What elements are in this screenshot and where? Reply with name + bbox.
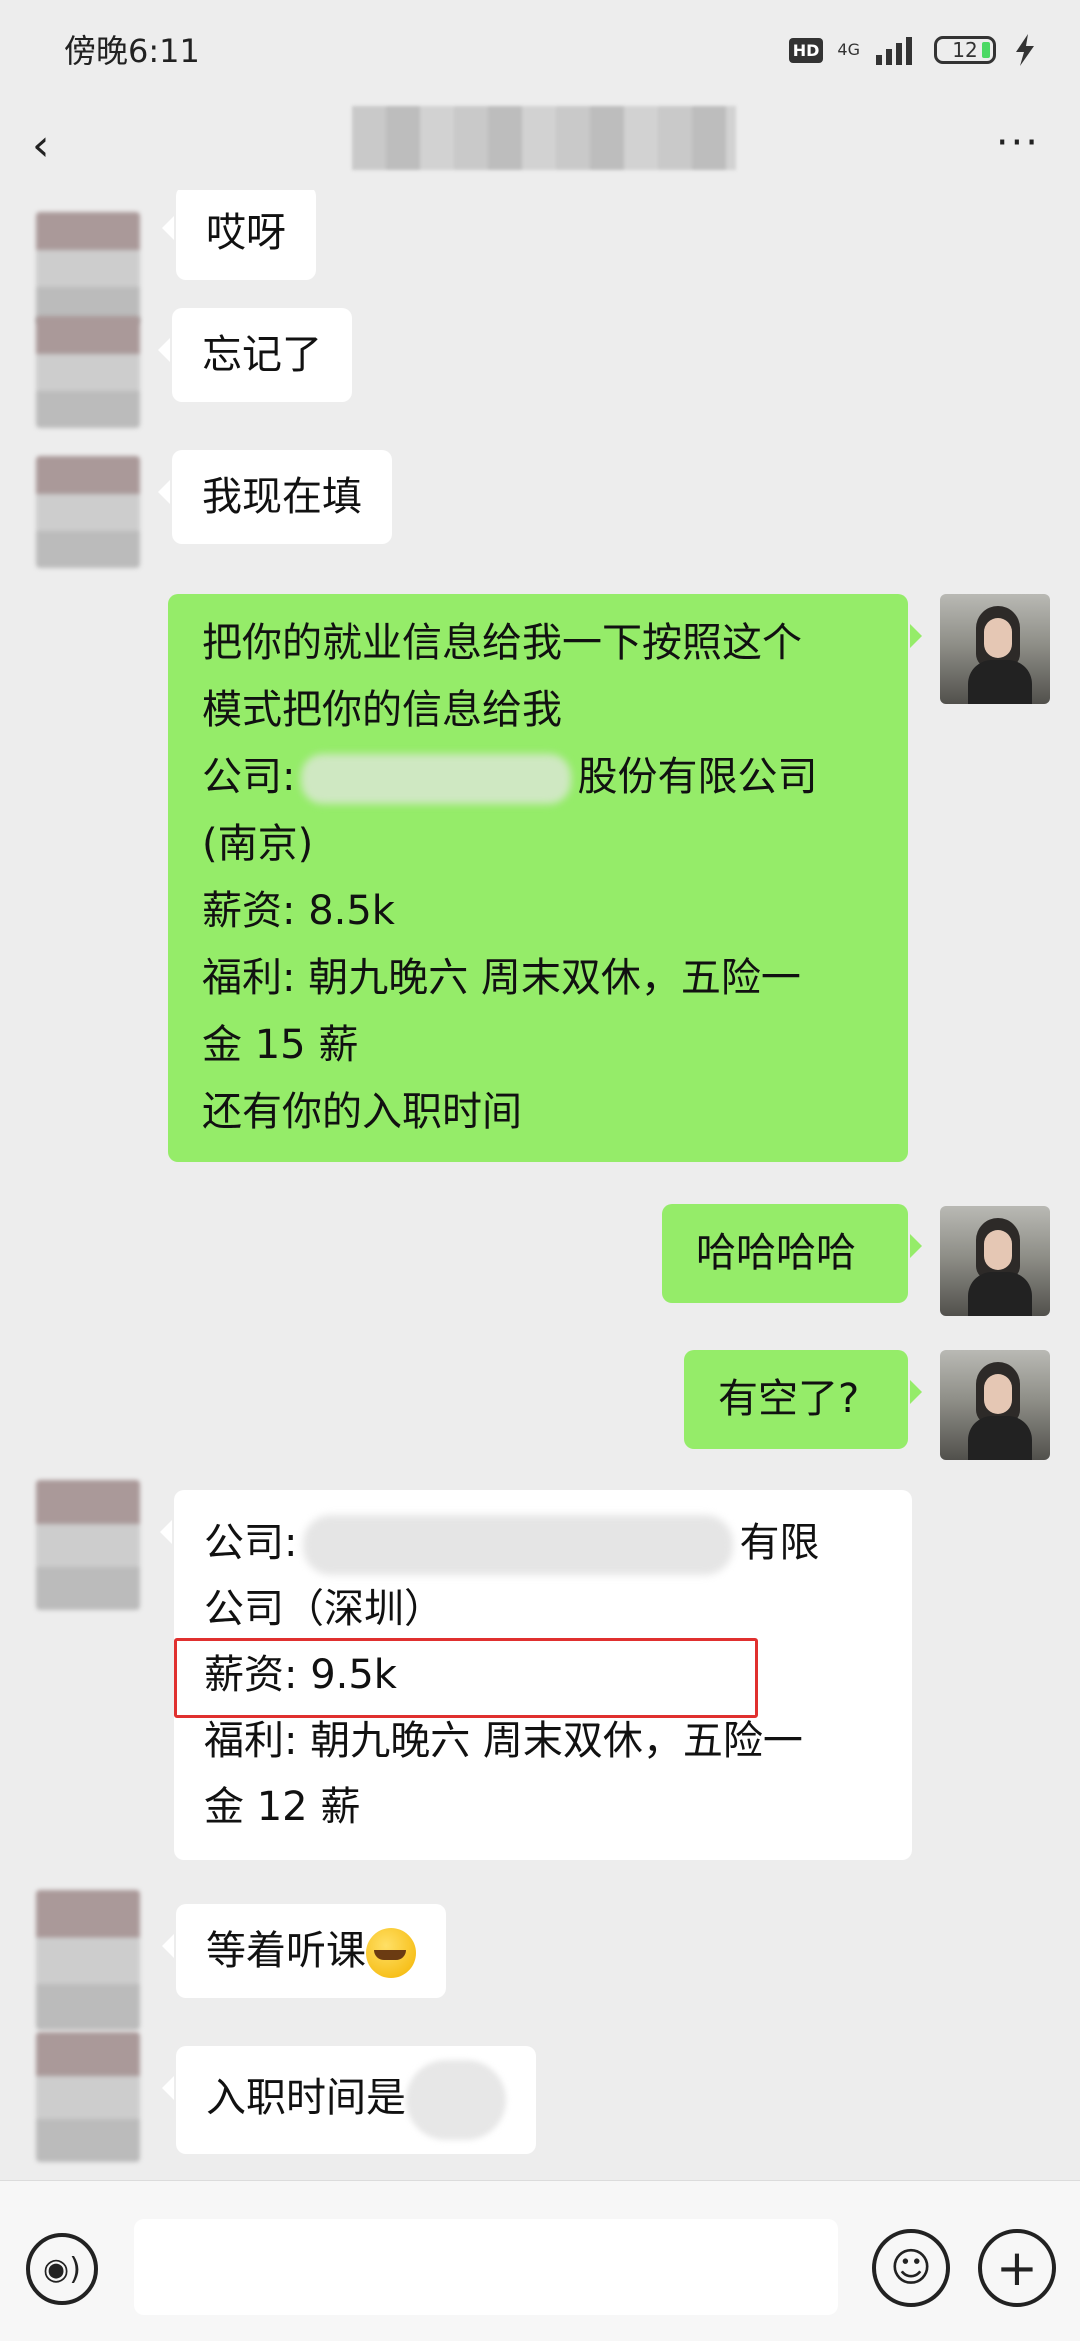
message-text: 等着听课 <box>206 1928 366 1974</box>
message-text: 有空了? <box>718 1376 860 1422</box>
message-line: 福利: 朝九晚六 周末双休，五险一 <box>202 955 801 1001</box>
redacted-text <box>406 2060 506 2140</box>
message-line: (南京) <box>202 821 314 867</box>
contact-avatar[interactable] <box>36 212 140 324</box>
plus-icon[interactable]: + <box>978 2229 1056 2307</box>
status-icons: HD 4G 12 <box>788 28 1040 72</box>
message-text: 哎呀 <box>206 210 286 256</box>
message-line: 还有你的入职时间 <box>202 1089 522 1135</box>
salary-highlight-box <box>174 1638 758 1718</box>
message-received[interactable]: 哎呀 <box>162 190 316 280</box>
chat-messages[interactable]: 哎呀 忘记了 我现在填 把你的就业信息给我一下按照这个 模式把你的信息给我 公司… <box>0 190 1080 2180</box>
redacted-text <box>303 1515 734 1575</box>
battery-level: 12 <box>952 38 978 62</box>
voice-input-icon[interactable]: ◉) <box>26 2233 98 2305</box>
chat-title-blurred <box>352 106 736 170</box>
message-received[interactable]: 入职时间是 <box>162 2046 536 2154</box>
contact-avatar[interactable] <box>36 2032 140 2162</box>
message-input[interactable] <box>134 2219 838 2315</box>
back-icon[interactable]: ‹ <box>32 120 50 171</box>
redacted-text <box>301 754 572 804</box>
status-bar: 傍晚6:11 HD 4G 12 <box>0 0 1080 100</box>
charging-icon <box>1016 34 1034 66</box>
message-sent[interactable]: 有空了? <box>684 1350 922 1449</box>
emoji-icon[interactable]: ☺ <box>872 2229 950 2307</box>
message-text: 我现在填 <box>202 474 362 520</box>
input-bar: ◉) ☺ + <box>0 2180 1080 2341</box>
status-time: 傍晚6:11 <box>64 32 200 70</box>
message-line: 公司: 有限 <box>204 1510 882 1576</box>
hd-icon: HD <box>788 37 824 63</box>
message-text: 哈哈哈哈 <box>696 1230 856 1276</box>
message-text: 忘记了 <box>202 332 322 378</box>
company-label: 公司: <box>204 1520 298 1566</box>
my-avatar[interactable] <box>940 594 1050 704</box>
message-sent[interactable]: 把你的就业信息给我一下按照这个 模式把你的信息给我 公司: 股份有限公司 (南京)… <box>168 594 922 1162</box>
battery-icon: 12 <box>934 36 996 64</box>
message-line: 金 15 薪 <box>202 1022 359 1068</box>
contact-avatar[interactable] <box>36 456 140 568</box>
facepalm-emoji-icon <box>366 1928 416 1978</box>
message-received[interactable]: 我现在填 <box>158 450 392 544</box>
network-icon: 4G <box>837 40 860 59</box>
company-suffix: 股份有限公司 <box>577 754 818 800</box>
contact-avatar[interactable] <box>36 1890 140 2030</box>
my-avatar[interactable] <box>940 1350 1050 1460</box>
my-avatar[interactable] <box>940 1206 1050 1316</box>
contact-avatar[interactable] <box>36 1480 140 1610</box>
signal-icon <box>876 37 912 65</box>
message-line: 公司（深圳） <box>204 1586 444 1632</box>
company-suffix: 有限 <box>739 1520 820 1566</box>
message-received[interactable]: 忘记了 <box>158 308 352 402</box>
message-line: 公司: 股份有限公司 <box>202 744 874 811</box>
message-line: 金 12 薪 <box>204 1784 361 1830</box>
message-sent[interactable]: 哈哈哈哈 <box>662 1204 922 1303</box>
message-line: 把你的就业信息给我一下按照这个 <box>202 620 802 666</box>
contact-avatar[interactable] <box>36 316 140 428</box>
message-text: 入职时间是 <box>206 2075 406 2121</box>
message-line: 薪资: 8.5k <box>202 888 395 934</box>
more-options-icon[interactable]: ··· <box>996 120 1040 166</box>
company-label: 公司: <box>202 754 296 800</box>
message-line: 模式把你的信息给我 <box>202 687 562 733</box>
message-received[interactable]: 等着听课 <box>162 1904 446 1998</box>
